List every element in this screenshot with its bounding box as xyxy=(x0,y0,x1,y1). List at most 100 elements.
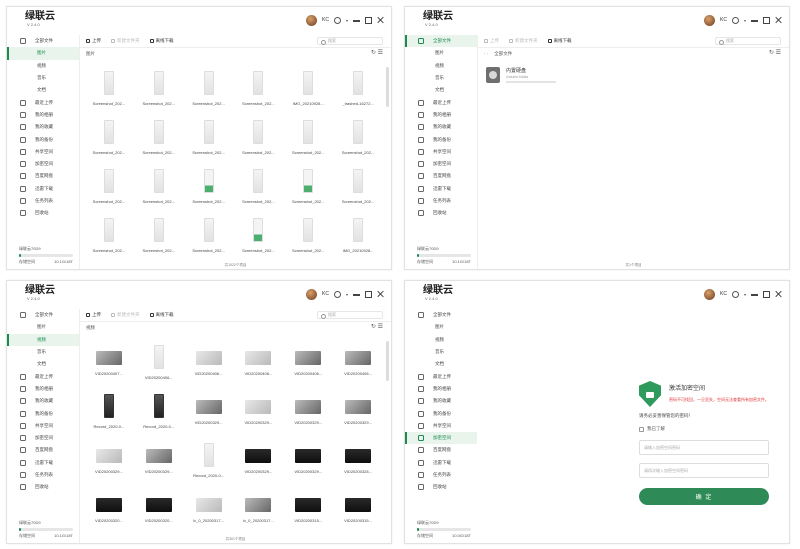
sidebar-item[interactable]: 我的收藏 xyxy=(405,395,477,407)
minimize-button[interactable] xyxy=(353,294,360,296)
new-folder-button[interactable]: 新建文件夹 xyxy=(509,38,538,44)
file-item[interactable]: VID20200406... xyxy=(283,337,333,386)
user-name[interactable]: KC xyxy=(322,291,329,297)
file-item[interactable]: Screenshot_202... xyxy=(233,161,283,210)
checkbox[interactable] xyxy=(639,426,644,432)
sidebar-item[interactable]: 迅雷下载 xyxy=(7,183,79,195)
sidebar-item[interactable]: 加密空间 xyxy=(7,158,79,170)
file-item[interactable]: Screenshot_202... xyxy=(333,161,383,210)
user-name[interactable]: KC xyxy=(322,17,329,23)
scrollbar[interactable] xyxy=(386,67,389,107)
list-view-icon[interactable]: ☰ xyxy=(776,50,781,56)
file-item[interactable]: VID20200406... xyxy=(233,337,283,386)
sidebar-item[interactable]: 全部文件 xyxy=(7,35,79,47)
sidebar-item[interactable]: 我的备份 xyxy=(7,133,79,145)
search-input[interactable]: 搜索 xyxy=(715,37,781,45)
sidebar-item[interactable]: 迅雷下载 xyxy=(405,183,477,195)
gear-icon[interactable] xyxy=(333,290,341,298)
sidebar-item[interactable]: 图片 xyxy=(7,321,79,333)
sidebar-item[interactable]: 迅雷下载 xyxy=(7,457,79,469)
sidebar-item[interactable]: 最近上传 xyxy=(7,96,79,108)
close-button[interactable] xyxy=(775,290,783,298)
sidebar-item[interactable]: 我的收藏 xyxy=(405,121,477,133)
sidebar-item[interactable]: 任务列表 xyxy=(405,469,477,481)
file-item[interactable]: Screenshot_202... xyxy=(283,210,333,259)
file-item[interactable]: Screenshot_202... xyxy=(233,63,283,112)
chevron-down-icon[interactable]: ▾ xyxy=(346,18,348,23)
file-item[interactable]: Record_2020-0... xyxy=(184,435,234,484)
file-item[interactable]: VID20200329... xyxy=(283,386,333,435)
sidebar-item[interactable]: 共享空间 xyxy=(405,420,477,432)
nav-arrows-icon[interactable]: ‹ › xyxy=(484,51,488,56)
file-item[interactable]: Screenshot_202... xyxy=(233,210,283,259)
sidebar-item[interactable]: 视频 xyxy=(405,60,477,72)
sidebar-item[interactable]: 迅雷下载 xyxy=(405,457,477,469)
file-item[interactable]: VID20200315... xyxy=(283,484,333,533)
sidebar-item[interactable]: 百度网盘 xyxy=(7,444,79,456)
drive-item[interactable]: 内置硬盘 /volume1/data xyxy=(486,67,556,83)
sidebar-item[interactable]: 我的收藏 xyxy=(7,121,79,133)
sidebar-item[interactable]: 我的备份 xyxy=(405,133,477,145)
chevron-down-icon[interactable]: ▾ xyxy=(346,292,348,297)
scrollbar[interactable] xyxy=(386,341,389,381)
chevron-down-icon[interactable]: ▾ xyxy=(744,292,746,297)
sidebar-item[interactable]: 全部文件 xyxy=(405,309,477,321)
sidebar-item[interactable]: 共享空间 xyxy=(405,146,477,158)
gear-icon[interactable] xyxy=(731,16,739,24)
sidebar-item[interactable]: 最近上传 xyxy=(7,370,79,382)
upload-button[interactable]: 上传 xyxy=(86,38,101,44)
gear-icon[interactable] xyxy=(731,290,739,298)
file-item[interactable]: Screenshot_202... xyxy=(84,161,134,210)
sidebar-item[interactable]: 图片 xyxy=(7,47,79,60)
file-item[interactable]: VID20200315... xyxy=(333,484,383,533)
minimize-button[interactable] xyxy=(751,294,758,296)
sidebar-item[interactable]: 我的备份 xyxy=(405,407,477,419)
file-item[interactable]: VID20200406... xyxy=(333,337,383,386)
sidebar-item[interactable]: 视频 xyxy=(7,333,79,347)
offline-download-button[interactable]: 离线下载 xyxy=(547,38,572,44)
file-item[interactable]: VID20200328... xyxy=(333,435,383,484)
file-item[interactable]: VID20200329... xyxy=(283,435,333,484)
file-item[interactable]: VID20200406... xyxy=(134,337,184,386)
close-button[interactable] xyxy=(377,16,385,24)
sidebar-item[interactable]: 共享空间 xyxy=(7,420,79,432)
list-view-icon[interactable]: ☰ xyxy=(378,324,383,330)
file-item[interactable]: Screenshot_202... xyxy=(333,112,383,161)
refresh-icon[interactable]: ↻ xyxy=(769,50,774,56)
sidebar-item[interactable]: 文档 xyxy=(405,84,477,96)
sidebar-item[interactable]: 回收站 xyxy=(7,481,79,493)
maximize-button[interactable] xyxy=(763,16,770,24)
file-item[interactable]: Screenshot_202... xyxy=(184,112,234,161)
file-item[interactable]: _trashed-16272... xyxy=(333,63,383,112)
sidebar-item[interactable]: 我的备份 xyxy=(7,407,79,419)
search-input[interactable]: 搜索 xyxy=(317,311,383,319)
sidebar-item[interactable]: 音乐 xyxy=(405,346,477,358)
user-name[interactable]: KC xyxy=(720,17,727,23)
close-button[interactable] xyxy=(377,290,385,298)
sidebar-item[interactable]: 任务列表 xyxy=(7,195,79,207)
sidebar-item[interactable]: 音乐 xyxy=(7,346,79,358)
file-item[interactable]: VID20200320... xyxy=(84,484,134,533)
offline-download-button[interactable]: 离线下载 xyxy=(149,38,174,44)
avatar[interactable] xyxy=(704,288,716,300)
avatar[interactable] xyxy=(306,14,318,26)
avatar[interactable] xyxy=(704,14,716,26)
file-item[interactable]: VID20200329... xyxy=(184,386,234,435)
sidebar-item[interactable]: 回收站 xyxy=(405,207,477,219)
acknowledge-checkbox[interactable]: 我已了解 xyxy=(639,426,769,432)
file-item[interactable]: Screenshot_202... xyxy=(134,63,184,112)
file-item[interactable]: IMG_20210928... xyxy=(283,63,333,112)
sidebar-item[interactable]: 音乐 xyxy=(405,72,477,84)
sidebar-item[interactable]: 我的相册 xyxy=(7,109,79,121)
confirm-password-input[interactable]: 请再次输入加密空间密码 xyxy=(639,463,769,478)
sidebar-item[interactable]: 共享空间 xyxy=(7,146,79,158)
maximize-button[interactable] xyxy=(763,290,770,298)
file-item[interactable]: IMG_20210928... xyxy=(333,210,383,259)
file-item[interactable]: VID20200329... xyxy=(134,435,184,484)
file-item[interactable]: Screenshot_202... xyxy=(84,210,134,259)
file-item[interactable]: lv_0_20200317... xyxy=(184,484,234,533)
minimize-button[interactable] xyxy=(751,20,758,22)
sidebar-item[interactable]: 文档 xyxy=(7,84,79,96)
sidebar-item[interactable]: 图片 xyxy=(405,321,477,333)
sidebar-item[interactable]: 音乐 xyxy=(7,72,79,84)
